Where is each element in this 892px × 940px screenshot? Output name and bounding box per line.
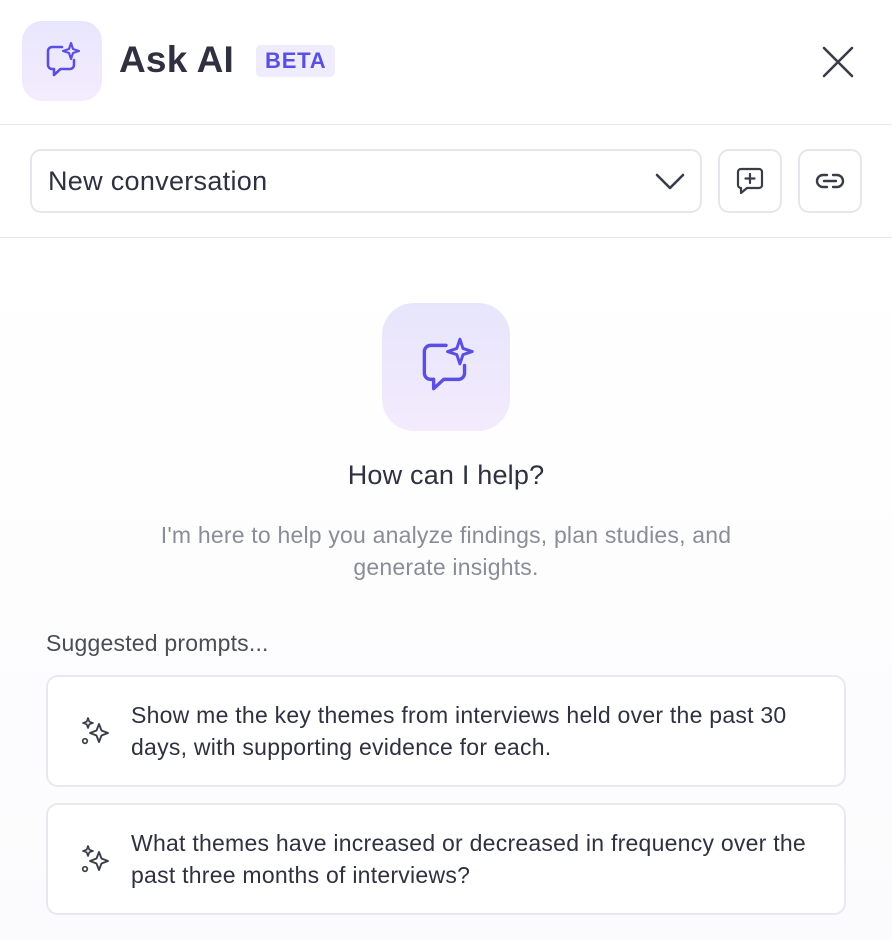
empty-state-description: I'm here to help you analyze findings, p… <box>160 522 732 580</box>
suggested-prompt-text: Show me the key themes from interviews h… <box>131 702 787 760</box>
sparkles-icon <box>81 845 109 873</box>
beta-badge: BETA <box>256 45 336 77</box>
suggested-prompts-label: Suggested prompts... <box>46 630 269 656</box>
suggested-prompt-button[interactable]: What themes have increased or decreased … <box>46 803 846 915</box>
conversation-toolbar: New conversation <box>0 125 892 238</box>
empty-state-heading: How can I help? <box>347 460 545 490</box>
conversation-select[interactable]: New conversation <box>30 149 702 213</box>
ask-ai-panel: Ask AI BETA New conversation How can I h… <box>0 0 892 940</box>
suggested-prompt-button[interactable]: Show me the key themes from interviews h… <box>46 675 846 787</box>
add-message-icon <box>736 167 764 195</box>
close-icon <box>822 46 854 78</box>
chat-sparkle-icon <box>382 303 510 431</box>
copy-link-button[interactable] <box>798 149 862 213</box>
chat-empty-state: How can I help? I'm here to help you ana… <box>0 238 892 940</box>
sparkles-icon <box>81 717 109 745</box>
chevron-down-icon <box>655 173 685 190</box>
new-conversation-button[interactable] <box>718 149 782 213</box>
panel-header: Ask AI BETA <box>0 0 892 125</box>
suggested-prompt-text: What themes have increased or decreased … <box>131 830 806 888</box>
close-button[interactable] <box>816 40 860 84</box>
link-icon <box>815 173 845 189</box>
panel-title: Ask AI <box>119 39 234 80</box>
conversation-select-value: New conversation <box>48 166 268 196</box>
chat-sparkle-icon <box>22 21 102 101</box>
